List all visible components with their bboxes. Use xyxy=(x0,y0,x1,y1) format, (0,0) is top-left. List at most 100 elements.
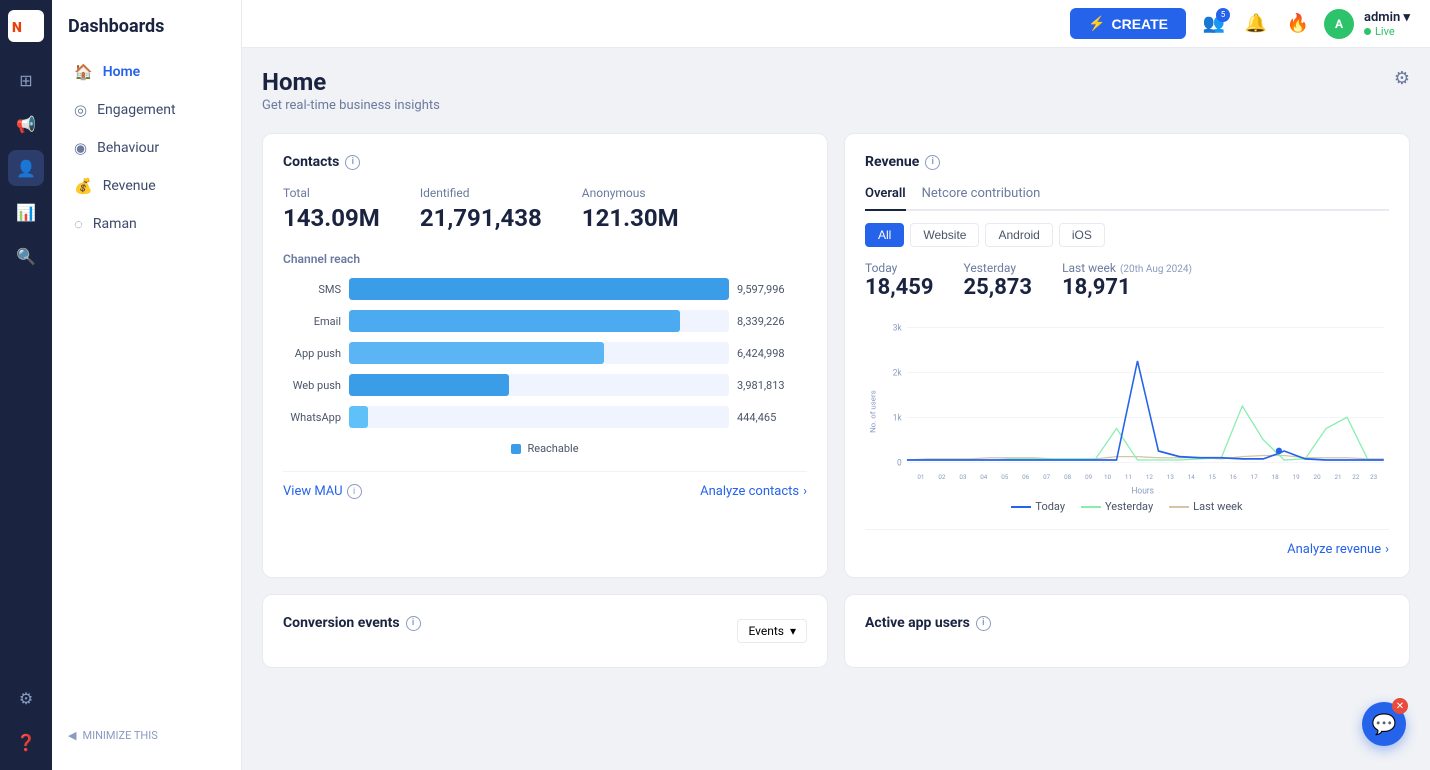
svg-text:03: 03 xyxy=(959,473,966,481)
revenue-icon: 💰 xyxy=(74,177,93,195)
rail-icon-help[interactable]: ❓ xyxy=(8,724,44,760)
channel-label: Email xyxy=(283,315,341,328)
svg-text:21: 21 xyxy=(1335,473,1342,481)
legend-lastweek: Last week xyxy=(1169,500,1242,513)
contacts-title-text: Contacts xyxy=(283,154,339,170)
channel-row: Email 8,339,226 xyxy=(283,310,807,332)
legend-today-label: Today xyxy=(1035,500,1065,513)
main-wrapper: ⚡ CREATE 👥 5 🔔 🔥 A admin ▾ Live xyxy=(242,0,1430,770)
svg-text:01: 01 xyxy=(917,473,924,481)
engagement-icon: ◎ xyxy=(74,101,87,119)
filter-ios[interactable]: iOS xyxy=(1059,223,1105,247)
settings-button[interactable]: ⚙ xyxy=(1394,68,1410,89)
sidebar-item-revenue[interactable]: 💰 Revenue xyxy=(58,167,235,205)
svg-text:14: 14 xyxy=(1188,473,1195,481)
channel-bars-container: SMS 9,597,996 Email 8,339,226 App push 6… xyxy=(283,278,807,428)
rail-icon-settings[interactable]: ⚙ xyxy=(8,680,44,716)
legend-reachable-label: Reachable xyxy=(527,442,578,455)
filter-website[interactable]: Website xyxy=(910,223,979,247)
sidebar-item-engagement[interactable]: ◎ Engagement xyxy=(58,91,235,129)
sidebar-item-home-label: Home xyxy=(103,64,141,80)
users-icon-btn[interactable]: 👥 5 xyxy=(1198,8,1230,40)
topbar-icons: 👥 5 🔔 🔥 A admin ▾ Live xyxy=(1198,8,1410,40)
svg-text:04: 04 xyxy=(980,473,987,481)
rev-stat-yesterday: Yesterday 25,873 xyxy=(964,261,1033,300)
live-text: Live xyxy=(1375,25,1395,38)
revenue-line-chart: 3k 2k 1k 0 No. of users 01 02 03 04 05 0… xyxy=(865,316,1389,496)
sidebar-title: Dashboards xyxy=(52,16,241,53)
lightning-icon: ⚡ xyxy=(1088,15,1105,32)
create-button[interactable]: ⚡ CREATE xyxy=(1070,8,1186,39)
channel-row: WhatsApp 444,465 xyxy=(283,406,807,428)
logo[interactable]: N xyxy=(8,10,44,46)
revenue-tabs: Overall Netcore contribution xyxy=(865,186,1389,211)
svg-text:20: 20 xyxy=(1314,473,1321,481)
svg-text:19: 19 xyxy=(1293,473,1300,481)
rev-yesterday-value: 25,873 xyxy=(964,275,1033,300)
events-dropdown[interactable]: Events ▾ xyxy=(737,619,807,643)
tab-overall[interactable]: Overall xyxy=(865,186,906,211)
avatar[interactable]: A xyxy=(1324,9,1354,39)
rail-icon-chart[interactable]: 📊 xyxy=(8,194,44,230)
fire-icon-btn[interactable]: 🔥 xyxy=(1282,8,1314,40)
contacts-info-icon[interactable]: i xyxy=(345,155,360,170)
legend-yesterday: Yesterday xyxy=(1081,500,1153,513)
rev-today-value: 18,459 xyxy=(865,275,934,300)
rail-icon-people[interactable]: 👤 xyxy=(8,150,44,186)
rev-lastweek-sublabel: (20th Aug 2024) xyxy=(1120,264,1192,275)
channel-label: WhatsApp xyxy=(283,411,341,424)
legend-lastweek-label: Last week xyxy=(1193,500,1242,513)
stat-total-value: 143.09M xyxy=(283,204,380,232)
analyze-revenue-link[interactable]: Analyze revenue › xyxy=(1287,542,1389,557)
filter-android[interactable]: Android xyxy=(985,223,1052,247)
sidebar-item-raman[interactable]: ◌ Raman xyxy=(58,205,235,243)
revenue-info-icon[interactable]: i xyxy=(925,155,940,170)
main-cards-row: Contacts i Total 143.09M Identified 21,7… xyxy=(262,133,1410,578)
stat-total-label: Total xyxy=(283,186,380,200)
rail-icon-grid[interactable]: ⊞ xyxy=(8,62,44,98)
stat-identified: Identified 21,791,438 xyxy=(420,186,542,232)
svg-text:2k: 2k xyxy=(893,368,903,378)
revenue-chart-legend: Today Yesterday Last week xyxy=(865,500,1389,513)
bell-icon-btn[interactable]: 🔔 xyxy=(1240,8,1272,40)
analyze-revenue-chevron: › xyxy=(1385,542,1389,557)
svg-text:3k: 3k xyxy=(893,323,903,333)
bar-fill xyxy=(349,374,509,396)
chat-close-button[interactable]: ✕ xyxy=(1392,698,1408,714)
active-app-info-icon[interactable]: i xyxy=(976,616,991,631)
contacts-card-footer: View MAU i Analyze contacts › xyxy=(283,471,807,499)
channel-label: App push xyxy=(283,347,341,360)
view-mau-info-icon[interactable]: i xyxy=(347,484,362,499)
rail-icon-megaphone[interactable]: 📢 xyxy=(8,106,44,142)
home-icon: 🏠 xyxy=(74,63,93,81)
behaviour-icon: ◉ xyxy=(74,139,87,157)
conversion-info-icon[interactable]: i xyxy=(406,616,421,631)
filter-all[interactable]: All xyxy=(865,223,904,247)
view-mau-link[interactable]: View MAU i xyxy=(283,484,362,499)
contacts-card: Contacts i Total 143.09M Identified 21,7… xyxy=(262,133,828,578)
svg-text:15: 15 xyxy=(1209,473,1216,481)
sidebar: Dashboards 🏠 Home ◎ Engagement ◉ Behavio… xyxy=(52,0,242,770)
topbar: ⚡ CREATE 👥 5 🔔 🔥 A admin ▾ Live xyxy=(242,0,1430,48)
admin-label[interactable]: admin ▾ xyxy=(1364,10,1410,25)
svg-text:16: 16 xyxy=(1230,473,1237,481)
stat-anonymous-value: 121.30M xyxy=(582,204,679,232)
sidebar-item-raman-label: Raman xyxy=(93,216,137,232)
page-subtitle: Get real-time business insights xyxy=(262,98,440,113)
bar-value: 444,465 xyxy=(737,411,807,424)
rail-icon-search[interactable]: 🔍 xyxy=(8,238,44,274)
svg-text:08: 08 xyxy=(1064,473,1071,481)
contacts-card-title: Contacts i xyxy=(283,154,807,170)
legend-today: Today xyxy=(1011,500,1065,513)
tab-netcore[interactable]: Netcore contribution xyxy=(922,186,1041,209)
svg-text:06: 06 xyxy=(1022,473,1029,481)
rev-yesterday-label: Yesterday xyxy=(964,261,1033,275)
sidebar-minimize[interactable]: ◀ MINIMIZE THIS xyxy=(52,717,241,754)
sidebar-item-behaviour[interactable]: ◉ Behaviour xyxy=(58,129,235,167)
analyze-contacts-link[interactable]: Analyze contacts › xyxy=(700,484,807,499)
svg-text:05: 05 xyxy=(1001,473,1008,481)
revenue-card: Revenue i Overall Netcore contribution A… xyxy=(844,133,1410,578)
bar-value: 9,597,996 xyxy=(737,283,807,296)
sidebar-item-home[interactable]: 🏠 Home xyxy=(58,53,235,91)
svg-text:17: 17 xyxy=(1251,473,1258,481)
